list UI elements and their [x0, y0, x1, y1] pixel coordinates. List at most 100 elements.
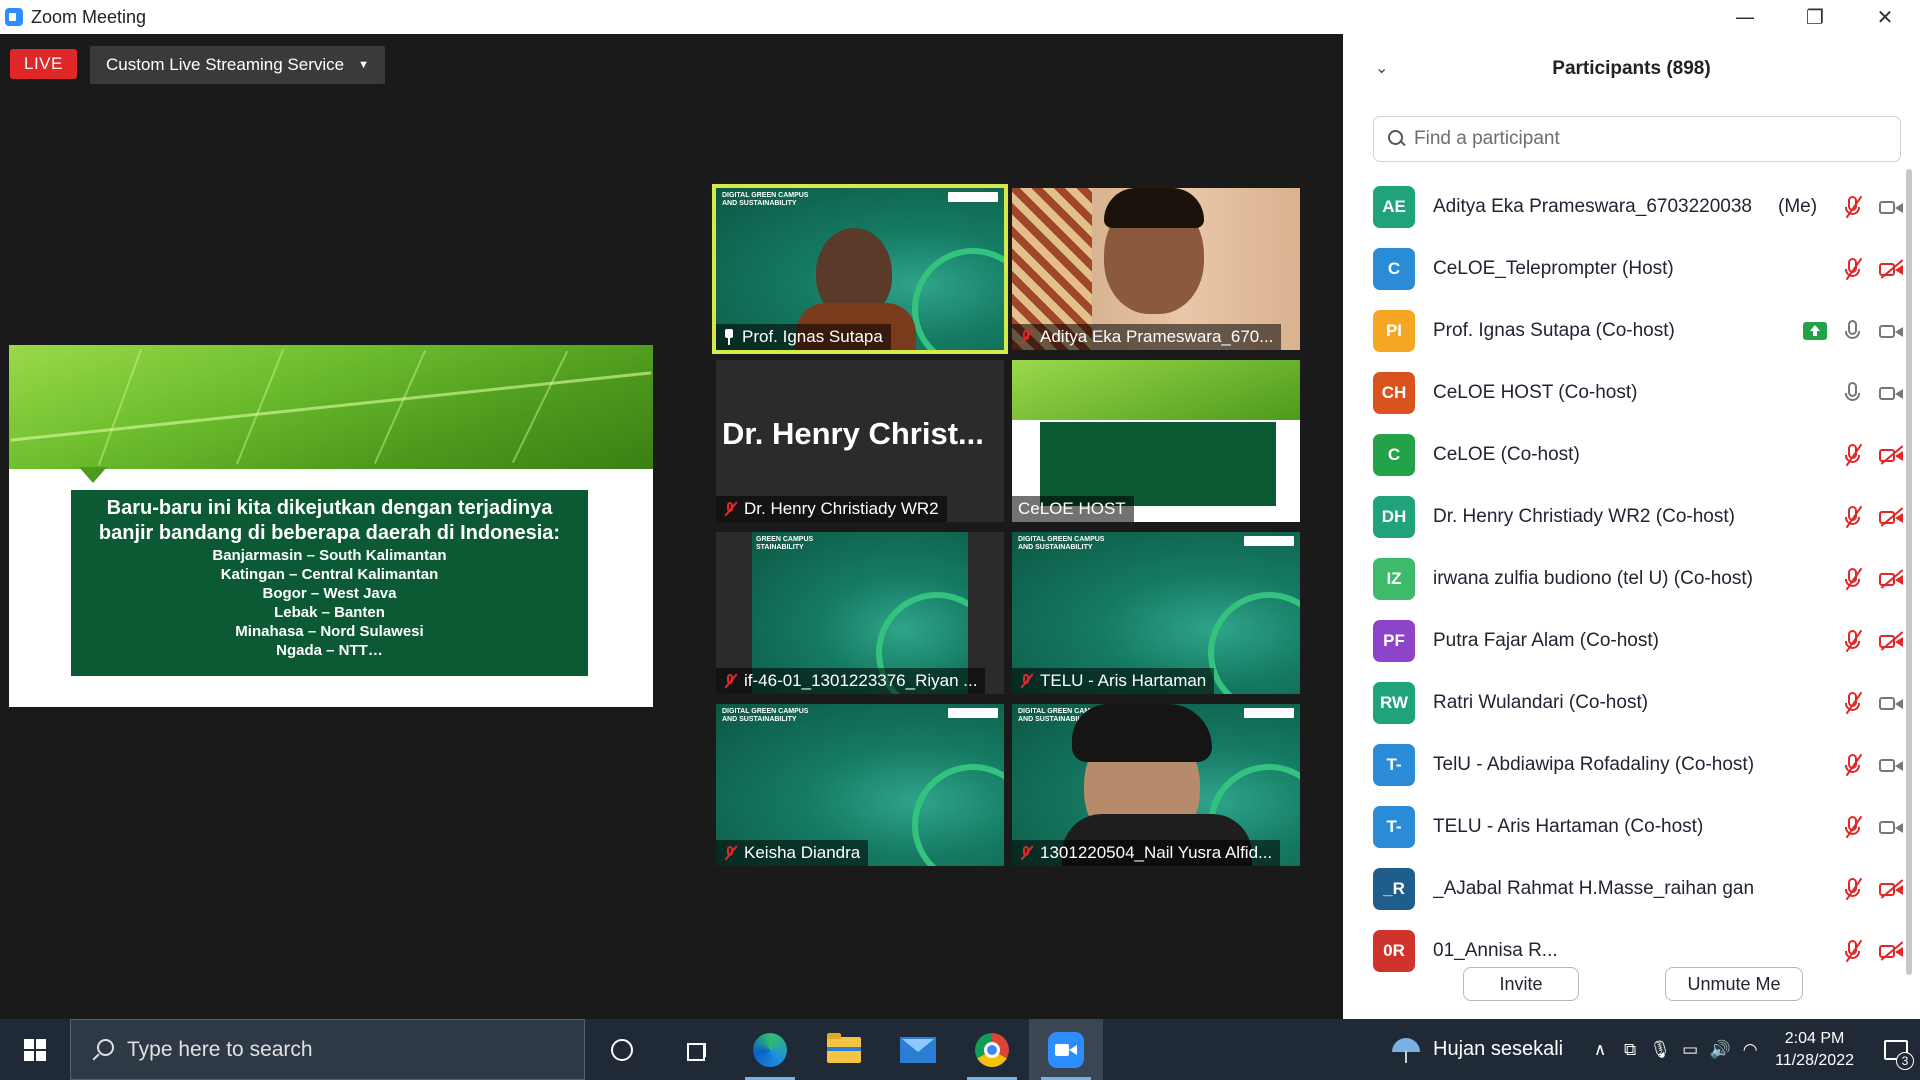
participant-name: Aditya Eka Prameswara_6703220038...: [1433, 196, 1753, 217]
participant-status-icons: [1841, 939, 1903, 963]
participant-status-icons: [1803, 319, 1903, 343]
participant-row[interactable]: RW Ratri Wulandari (Co-host): [1373, 672, 1903, 734]
muted-mic-icon[interactable]: [1841, 443, 1865, 467]
participant-list-scrollbar[interactable]: [1905, 169, 1913, 979]
tile-header-text: DIGITAL GREEN CAMPUS AND SUSTAINABILITY: [722, 708, 809, 723]
unmute-me-button[interactable]: Unmute Me: [1665, 967, 1803, 1001]
video-off-icon[interactable]: [1879, 505, 1903, 529]
video-off-icon[interactable]: [1879, 939, 1903, 963]
muted-mic-icon[interactable]: [1841, 815, 1865, 839]
microphone-in-use-icon[interactable]: 🎙: [1645, 1035, 1675, 1065]
participant-row[interactable]: T- TelU - Abdiawipa Rofadaliny (Co-host): [1373, 734, 1903, 796]
video-off-icon[interactable]: [1879, 877, 1903, 901]
avatar: T-: [1373, 744, 1415, 786]
participant-row[interactable]: CH CeLOE HOST (Co-host): [1373, 362, 1903, 424]
start-button[interactable]: [0, 1019, 70, 1080]
task-view-button[interactable]: [659, 1019, 733, 1080]
muted-mic-icon[interactable]: [1841, 939, 1865, 963]
avatar: DH: [1373, 496, 1415, 538]
video-tile[interactable]: DIGITAL GREEN CAMPUS AND SUSTAINABILITY …: [1012, 704, 1300, 866]
participant-row[interactable]: IZ irwana zulfia budiono (tel U) (Co-host…: [1373, 548, 1903, 610]
video-tile[interactable]: GREEN CAMPUS STAINABILITY if-46-01_13012…: [716, 532, 1004, 694]
participant-row[interactable]: 0R 01_Annisa R...: [1373, 920, 1903, 972]
muted-mic-icon[interactable]: [1841, 877, 1865, 901]
slide-headline-1: Baru-baru ini kita dikejutkan dengan ter…: [106, 497, 553, 519]
participant-name: Dr. Henry Christiady WR2 (Co-host): [1433, 506, 1735, 527]
video-tile[interactable]: DIGITAL GREEN CAMPUS AND SUSTAINABILITY …: [1012, 532, 1300, 694]
participant-search[interactable]: [1373, 116, 1901, 162]
participant-name-placeholder: Dr. Henry Christ...: [722, 416, 984, 451]
video-camera-icon[interactable]: [1879, 319, 1903, 343]
participant-row[interactable]: PI Prof. Ignas Sutapa (Co-host): [1373, 300, 1903, 362]
taskbar-mail[interactable]: [881, 1019, 955, 1080]
participant-name: Prof. Ignas Sutapa: [742, 327, 883, 346]
participant-row[interactable]: T- TELU - Aris Hartaman (Co-host): [1373, 796, 1903, 858]
video-tile[interactable]: CeLOE HOST: [1012, 360, 1300, 522]
weather-text: Hujan sesekali: [1433, 1038, 1564, 1060]
title-bar: Zoom Meeting — ❐ ✕: [0, 0, 1920, 34]
mini-slide-box: [1040, 422, 1276, 506]
video-camera-icon[interactable]: [1879, 195, 1903, 219]
participant-name: TELU - Aris Hartaman (Co-host): [1433, 816, 1704, 837]
participant-name: CeLOE (Co-host): [1433, 444, 1580, 465]
muted-mic-icon[interactable]: [1841, 567, 1865, 591]
muted-mic-icon: [722, 845, 738, 861]
close-button[interactable]: ✕: [1850, 0, 1920, 34]
taskbar-search-box[interactable]: Type here to search: [70, 1019, 585, 1080]
video-off-icon[interactable]: [1879, 257, 1903, 281]
participant-row[interactable]: _R _AJabal Rahmat H.Masse_raihan ganhany: [1373, 858, 1903, 920]
live-streaming-service-button[interactable]: Custom Live Streaming Service ▼: [90, 46, 385, 84]
taskbar-edge[interactable]: [733, 1019, 807, 1080]
wifi-icon[interactable]: ◠: [1735, 1035, 1765, 1065]
participant-name: _AJabal Rahmat H.Masse_raihan ganhany: [1433, 878, 1753, 899]
taskbar-chrome[interactable]: [955, 1019, 1029, 1080]
invite-button[interactable]: Invite: [1463, 967, 1579, 1001]
notification-center-button[interactable]: 3: [1872, 1019, 1920, 1080]
battery-icon[interactable]: ▭: [1675, 1035, 1705, 1065]
muted-mic-icon[interactable]: [1841, 195, 1865, 219]
video-off-icon[interactable]: [1879, 629, 1903, 653]
mic-icon[interactable]: [1841, 319, 1865, 343]
chrome-icon: [975, 1032, 1009, 1067]
weather-widget[interactable]: Hujan sesekali: [1391, 1036, 1563, 1064]
video-camera-icon[interactable]: [1879, 815, 1903, 839]
muted-mic-icon[interactable]: [1841, 257, 1865, 281]
notification-count-badge: 3: [1896, 1052, 1914, 1070]
avatar: AE: [1373, 186, 1415, 228]
video-camera-icon[interactable]: [1879, 753, 1903, 777]
taskbar-clock[interactable]: 2:04 PM 11/28/2022: [1775, 1028, 1854, 1072]
stream-service-label: Custom Live Streaming Service: [106, 55, 345, 74]
video-camera-icon[interactable]: [1879, 381, 1903, 405]
participant-row[interactable]: C CeLOE (Co-host): [1373, 424, 1903, 486]
participant-row[interactable]: AE Aditya Eka Prameswara_6703220038... (Me…: [1373, 176, 1903, 238]
muted-mic-icon[interactable]: [1841, 753, 1865, 777]
muted-mic-icon[interactable]: [1841, 691, 1865, 715]
video-off-icon[interactable]: [1879, 443, 1903, 467]
video-off-icon[interactable]: [1879, 567, 1903, 591]
cortana-button[interactable]: [585, 1019, 659, 1080]
minimize-button[interactable]: —: [1710, 0, 1780, 34]
meet-now-icon[interactable]: ⧉: [1615, 1035, 1645, 1065]
video-tile[interactable]: Dr. Henry Christ... Dr. Henry Christiady…: [716, 360, 1004, 522]
participant-search-input[interactable]: [1414, 128, 1884, 150]
participant-row[interactable]: PF Putra Fajar Alam (Co-host): [1373, 610, 1903, 672]
video-camera-icon[interactable]: [1879, 691, 1903, 715]
mic-icon[interactable]: [1841, 381, 1865, 405]
volume-icon[interactable]: 🔊: [1705, 1035, 1735, 1065]
video-tile[interactable]: Aditya Eka Prameswara_670...: [1012, 188, 1300, 350]
show-hidden-icons-chevron-icon[interactable]: ∧: [1585, 1035, 1615, 1065]
mail-icon: [900, 1036, 936, 1063]
scrollbar-thumb[interactable]: [1906, 169, 1912, 975]
live-badge[interactable]: LIVE: [10, 49, 77, 79]
participant-row[interactable]: C CeLOE_Teleprompter (Host): [1373, 238, 1903, 300]
muted-mic-icon[interactable]: [1841, 505, 1865, 529]
muted-mic-icon[interactable]: [1841, 629, 1865, 653]
maximize-button[interactable]: ❐: [1780, 0, 1850, 34]
video-tile[interactable]: DIGITAL GREEN CAMPUS AND SUSTAINABILITY …: [712, 184, 1008, 354]
participant-list[interactable]: AE Aditya Eka Prameswara_6703220038... (Me…: [1373, 176, 1903, 972]
windows-taskbar: Type here to search Hujan sesekali ∧ ⧉ 🎙…: [0, 1019, 1920, 1080]
taskbar-zoom[interactable]: [1029, 1019, 1103, 1080]
participant-row[interactable]: DH Dr. Henry Christiady WR2 (Co-host): [1373, 486, 1903, 548]
video-tile[interactable]: DIGITAL GREEN CAMPUS AND SUSTAINABILITY …: [716, 704, 1004, 866]
taskbar-file-explorer[interactable]: [807, 1019, 881, 1080]
